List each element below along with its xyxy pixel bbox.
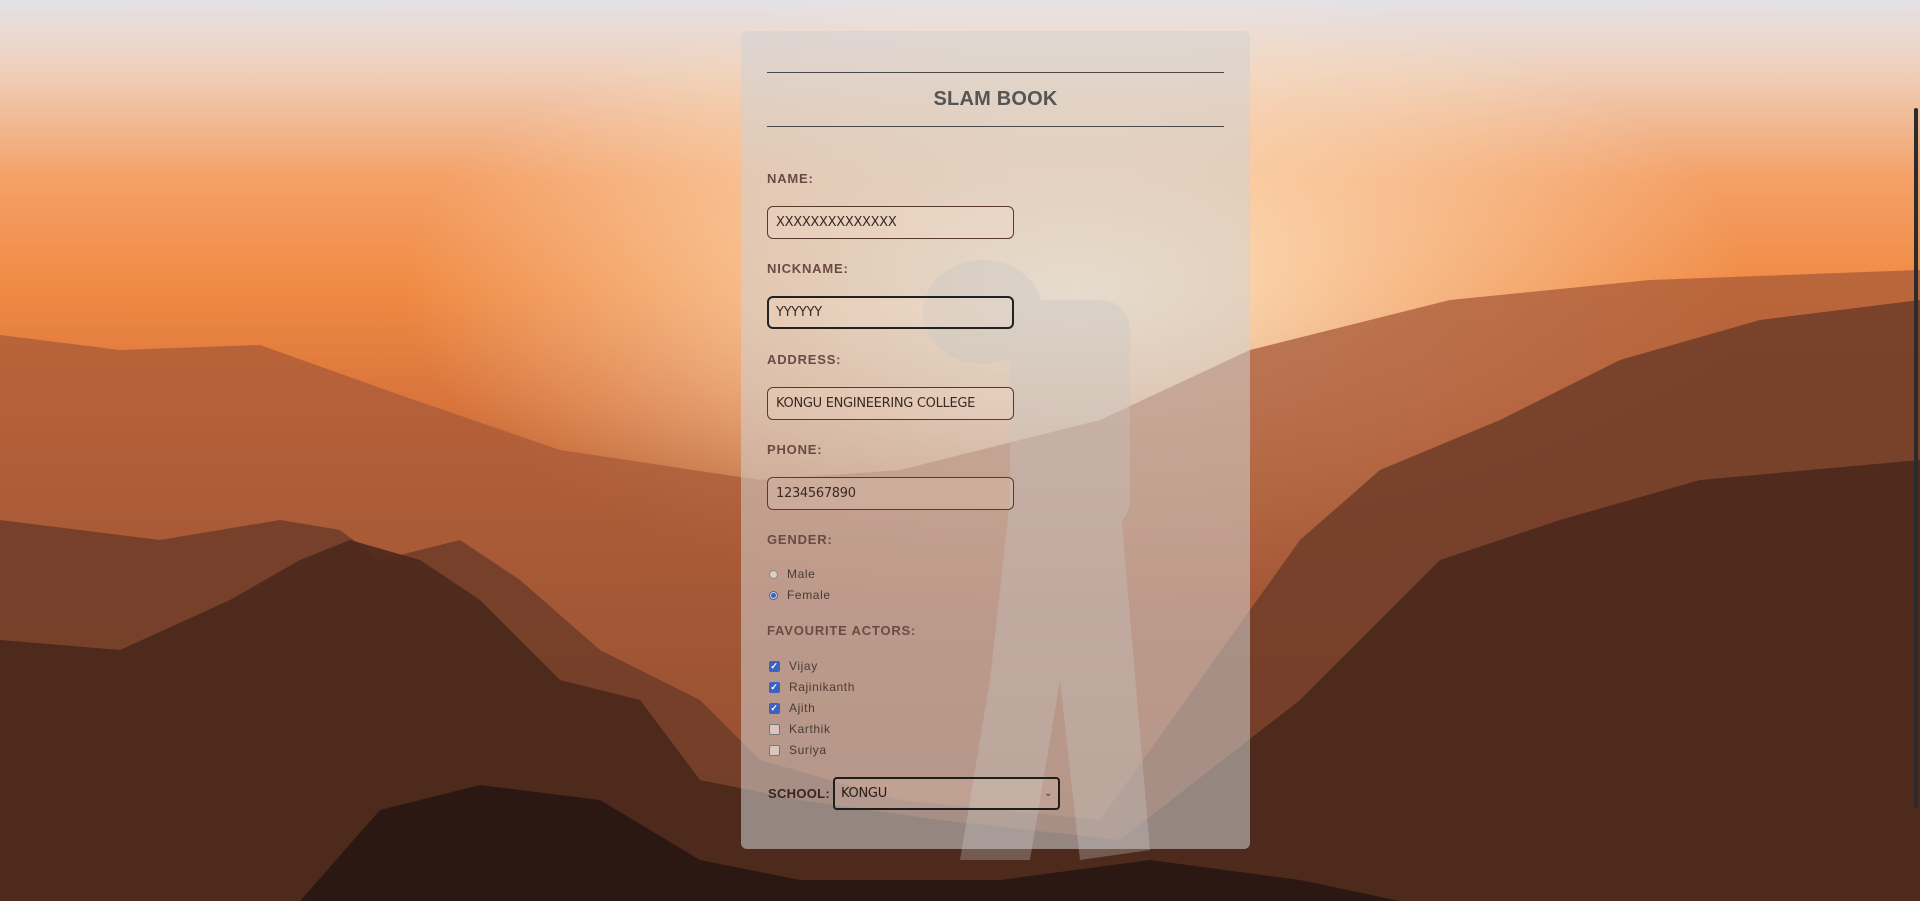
scrollbar-thumb[interactable] — [1914, 108, 1918, 808]
female-radio[interactable] — [769, 590, 778, 600]
ajith-label: Ajith — [789, 701, 816, 715]
gender-label: GENDER: — [767, 532, 833, 547]
female-label: Female — [787, 588, 831, 602]
karthik-checkbox[interactable] — [769, 723, 780, 735]
name-label: NAME: — [767, 171, 814, 186]
school-label: SCHOOL: — [768, 786, 831, 801]
gender-option-female[interactable]: Female — [769, 588, 831, 602]
actor-option-karthik[interactable]: Karthik — [769, 722, 831, 736]
suriya-label: Suriya — [789, 743, 827, 757]
chevron-down-icon: ⌄ — [1043, 788, 1053, 799]
vijay-label: Vijay — [789, 659, 818, 673]
school-selected-value: KONGU — [841, 786, 887, 801]
address-input[interactable]: KONGU ENGINEERING COLLEGE — [767, 387, 1014, 420]
vijay-checkbox[interactable]: ✓ — [769, 660, 780, 672]
phone-input[interactable]: 1234567890 — [767, 477, 1014, 510]
nickname-input[interactable]: YYYYYY — [767, 296, 1014, 329]
slam-book-form: SLAM BOOK NAME: XXXXXXXXXXXXXX NICKNAME:… — [741, 31, 1250, 849]
rajinikanth-checkbox[interactable]: ✓ — [769, 681, 780, 693]
ajith-checkbox[interactable]: ✓ — [769, 702, 780, 714]
form-title: SLAM BOOK — [933, 88, 1058, 110]
actor-option-suriya[interactable]: Suriya — [769, 743, 827, 757]
name-input[interactable]: XXXXXXXXXXXXXX — [767, 206, 1014, 239]
nickname-label: NICKNAME: — [767, 261, 849, 276]
actor-option-rajinikanth[interactable]: ✓ Rajinikanth — [769, 680, 855, 694]
male-label: Male — [787, 567, 816, 581]
karthik-label: Karthik — [789, 722, 831, 736]
title-divider-bottom — [767, 126, 1224, 127]
actor-option-vijay[interactable]: ✓ Vijay — [769, 659, 818, 673]
phone-label: PHONE: — [767, 442, 823, 457]
rajinikanth-label: Rajinikanth — [789, 680, 855, 694]
address-label: ADDRESS: — [767, 352, 842, 367]
actor-option-ajith[interactable]: ✓ Ajith — [769, 701, 815, 715]
suriya-checkbox[interactable] — [769, 744, 780, 756]
male-radio[interactable] — [769, 569, 778, 579]
school-row: SCHOOL: KONGU ⌄ — [768, 777, 1061, 810]
gender-option-male[interactable]: Male — [769, 567, 815, 581]
school-select[interactable]: KONGU ⌄ — [833, 777, 1061, 810]
page-scrollbar[interactable] — [1903, 0, 1920, 901]
favourite-actors-label: FAVOURITE ACTORS: — [767, 623, 917, 638]
